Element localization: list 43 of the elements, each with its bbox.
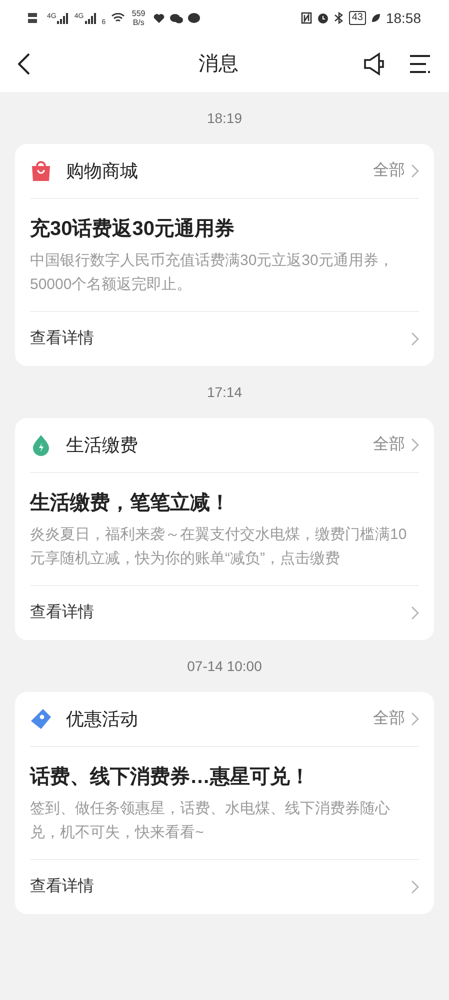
message-bubble-icon (188, 12, 200, 24)
chevron-right-icon (411, 164, 419, 178)
message-body: 炎炎夏日，福利来袭～在翼支付交水电煤，缴费门槛满10元享随机立减，快为你的账单“减负”，点击缴费 (30, 525, 408, 569)
battery-level: 43 (348, 11, 366, 25)
nfc-icon (300, 12, 312, 24)
clock-time: 18:58 (386, 8, 421, 28)
category-name: 优惠活动 (66, 708, 138, 730)
signal-icon (84, 12, 97, 24)
message-title: 话费、线下消费券…惠星可兑！ (30, 765, 311, 790)
message-body: 签到、做任务领惠星，话费、水电煤、线下消费券随心兑，机不可失，快来看看~ (30, 799, 391, 843)
menu-button[interactable] (409, 53, 431, 75)
chevron-right-icon (411, 712, 419, 726)
signal-icon (57, 12, 70, 24)
message-body: 中国银行数字人民币充值话费满30元立返30元通用券，50000个名额返完即止。 (30, 251, 394, 295)
all-link[interactable]: 全部 (373, 159, 419, 183)
heart-icon (152, 12, 165, 24)
tag-icon (30, 708, 52, 730)
shopping-bag-icon (30, 160, 52, 182)
view-details-link[interactable]: 查看详情 (30, 860, 419, 914)
chevron-right-icon (411, 438, 419, 452)
category-name: 购物商城 (66, 160, 138, 182)
wifi-icon (110, 12, 125, 24)
message-time: 07-14 10:00 (187, 657, 262, 676)
speaker-button[interactable] (363, 52, 387, 76)
lightning-drop-icon (30, 434, 52, 456)
alarm-icon (316, 12, 329, 24)
view-details-link[interactable]: 查看详情 (30, 586, 419, 640)
all-link[interactable]: 全部 (373, 707, 419, 731)
chevron-right-icon (411, 332, 419, 346)
chevron-right-icon (411, 606, 419, 620)
chat-bubbles-icon (170, 12, 183, 24)
network-speed: 559 B/s (130, 9, 146, 27)
view-details-link[interactable]: 查看详情 (30, 312, 419, 366)
message-title: 生活缴费，笔笔立减！ (30, 490, 231, 516)
message-time: 17:14 (206, 383, 242, 402)
category-name: 生活缴费 (66, 434, 138, 456)
bluetooth-icon (334, 12, 344, 24)
all-link[interactable]: 全部 (373, 433, 419, 457)
message-time: 18:19 (206, 109, 242, 128)
message-title: 充30话费返30元通用券 (30, 216, 236, 242)
page-title: 消息 (198, 52, 238, 77)
chevron-right-icon (411, 880, 419, 894)
leaf-icon (370, 13, 381, 23)
